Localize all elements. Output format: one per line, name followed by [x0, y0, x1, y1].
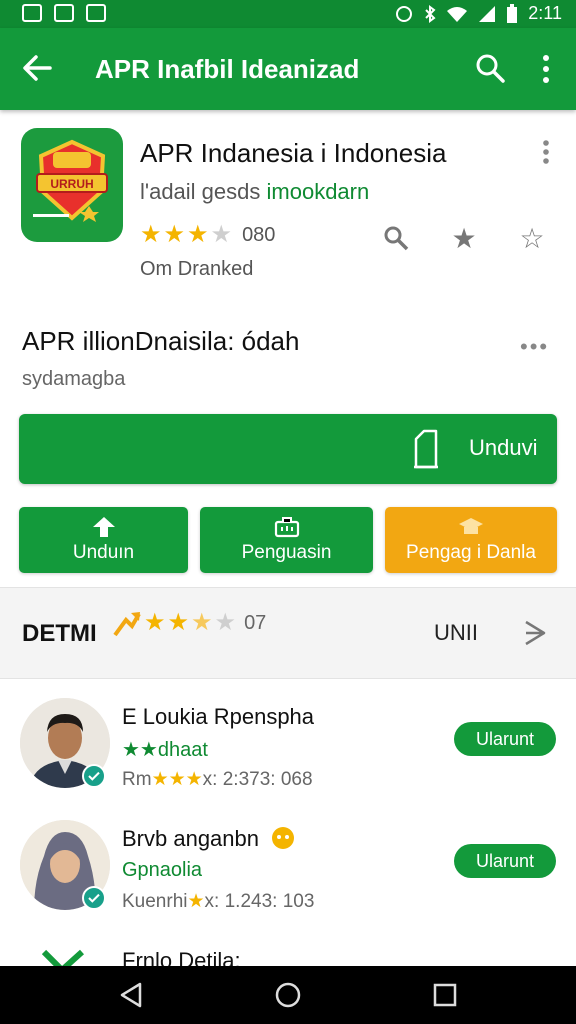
review-item[interactable]: Brvb anganbn Gpnaolia Kuenrhi★x: 1.243: …	[0, 820, 576, 940]
partial-item-title: Frnlo Detila:	[122, 948, 241, 966]
reviews-rating: ★ ★ ★ ★ 07	[112, 608, 266, 638]
signal-icon	[479, 5, 496, 22]
star-icon: ★	[187, 221, 209, 248]
upload-icon	[92, 517, 115, 537]
star-empty-icon: ★	[214, 609, 237, 636]
star-icon: ★	[144, 609, 166, 636]
status-time: 2:11	[528, 3, 562, 23]
toolbar-title: APR Inafbil Ideanizad	[95, 54, 360, 84]
star-icon: ★	[191, 609, 213, 636]
nav-recents-icon[interactable]	[430, 980, 460, 1010]
star-icon: ★	[163, 221, 186, 248]
nav-home-icon[interactable]	[273, 980, 303, 1010]
download-button[interactable]: Unduın	[19, 507, 188, 573]
review-stars: ★	[187, 891, 205, 912]
wifi-icon	[447, 6, 468, 22]
nav-back-icon[interactable]	[116, 980, 146, 1010]
image-icon	[22, 4, 42, 22]
status-left-icons	[22, 4, 106, 22]
app-icon[interactable]: URRUH	[21, 128, 123, 242]
section-subtitle: sydamagba	[22, 368, 126, 390]
review-meta: Kuenrhi★x: 1.243: 103	[122, 890, 314, 913]
app-subtitle-prefix: l'adail gesds	[140, 179, 261, 204]
battery-icon	[507, 3, 518, 23]
reviewer-tag: ★★dhaat	[122, 739, 208, 761]
bluetooth-icon	[425, 4, 436, 23]
vibrate-icon	[396, 5, 413, 22]
verified-check-icon	[82, 886, 106, 910]
app-subtitle: l'adail gesds imookdarn	[140, 179, 369, 205]
manage-label: Penguasin	[241, 542, 332, 563]
phone-icon	[414, 429, 438, 469]
verified-check-icon	[82, 764, 106, 788]
search-icon[interactable]	[474, 52, 506, 84]
share-arrow-icon[interactable]	[522, 618, 548, 648]
badge-icon	[272, 827, 295, 849]
review-meta-prefix: Rm	[122, 769, 152, 790]
check-flag-icon	[42, 949, 84, 966]
star-icon: ★	[140, 221, 162, 248]
review-stars: ★★★	[151, 769, 203, 790]
downloads-count: Om Dranked	[140, 258, 254, 280]
learn-button[interactable]: Pengag i Danla	[385, 507, 557, 573]
partial-list-item[interactable]: Frnlo Detila:	[0, 938, 576, 966]
app-card[interactable]: URRUH APR Indanesia i Indonesia l'adail …	[0, 110, 576, 300]
briefcase-icon	[274, 517, 299, 538]
review-meta-value: x: 2:373: 068	[202, 769, 313, 790]
system-nav-bar	[0, 966, 576, 1024]
search-icon[interactable]	[380, 222, 412, 254]
star-outline-icon[interactable]: ☆	[516, 222, 548, 254]
star-empty-icon: ★	[210, 221, 233, 248]
reviews-right-label[interactable]: UNII	[434, 620, 478, 646]
app-rating: ★ ★ ★ ★ 080	[140, 223, 275, 247]
more-vert-icon[interactable]	[536, 52, 556, 86]
review-action-button[interactable]: Ularunt	[454, 722, 556, 756]
more-horiz-icon[interactable]: •••	[520, 334, 549, 360]
reviews-header: DETMI ★ ★ ★ ★ 07 UNII	[0, 587, 576, 679]
review-meta-value: x: 1.243: 103	[204, 891, 315, 912]
app-logo-badge-icon: URRUH	[33, 139, 108, 222]
install-button[interactable]: Unduvi	[19, 414, 557, 484]
check-icon	[54, 4, 74, 22]
arrow-left-icon[interactable]	[20, 50, 56, 86]
review-meta-prefix: Kuenrhi	[122, 891, 188, 912]
reviews-title: DETMI	[22, 620, 97, 647]
reviewer-name: Brvb anganbn	[122, 826, 295, 852]
review-action-button[interactable]: Ularunt	[454, 844, 556, 878]
svg-text:URRUH: URRUH	[50, 177, 93, 191]
card-more-icon[interactable]	[536, 138, 556, 166]
status-right-icons: 2:11	[394, 3, 562, 24]
app-section: APR illionDnaisila: ódah sydamagba •••	[0, 320, 576, 410]
learn-label: Pengag i Danla	[406, 542, 536, 563]
install-label: Unduvi	[469, 435, 538, 460]
review-item[interactable]: E Loukia Rpenspha ★★dhaat Rm★★★x: 2:373:…	[0, 698, 576, 818]
graduation-cap-icon	[459, 518, 483, 534]
developer-link[interactable]: imookdarn	[267, 179, 370, 204]
section-title: APR illionDnaisila: ódah	[22, 326, 300, 356]
link-icon	[86, 4, 106, 22]
review-meta: Rm★★★x: 2:373: 068	[122, 768, 313, 791]
star-icon: ★	[167, 609, 190, 636]
app-toolbar: APR Inafbil Ideanizad	[0, 28, 576, 110]
reviewer-name-text: Brvb anganbn	[122, 826, 259, 851]
app-name: APR Indanesia i Indonesia	[140, 138, 447, 168]
reviews-rating-value: 07	[244, 611, 267, 634]
status-bar: 2:11	[0, 0, 576, 28]
reviewer-tag: Gpnaolia	[122, 859, 203, 881]
download-label: Unduın	[72, 542, 135, 563]
star-icon[interactable]: ★	[448, 222, 480, 254]
trend-arrow-icon	[113, 612, 141, 637]
app-action-icons: ★ ☆	[380, 222, 548, 254]
rating-value: 080	[242, 223, 276, 246]
manage-button[interactable]: Penguasin	[200, 507, 373, 573]
reviewer-name: E Loukia Rpenspha	[122, 704, 315, 729]
